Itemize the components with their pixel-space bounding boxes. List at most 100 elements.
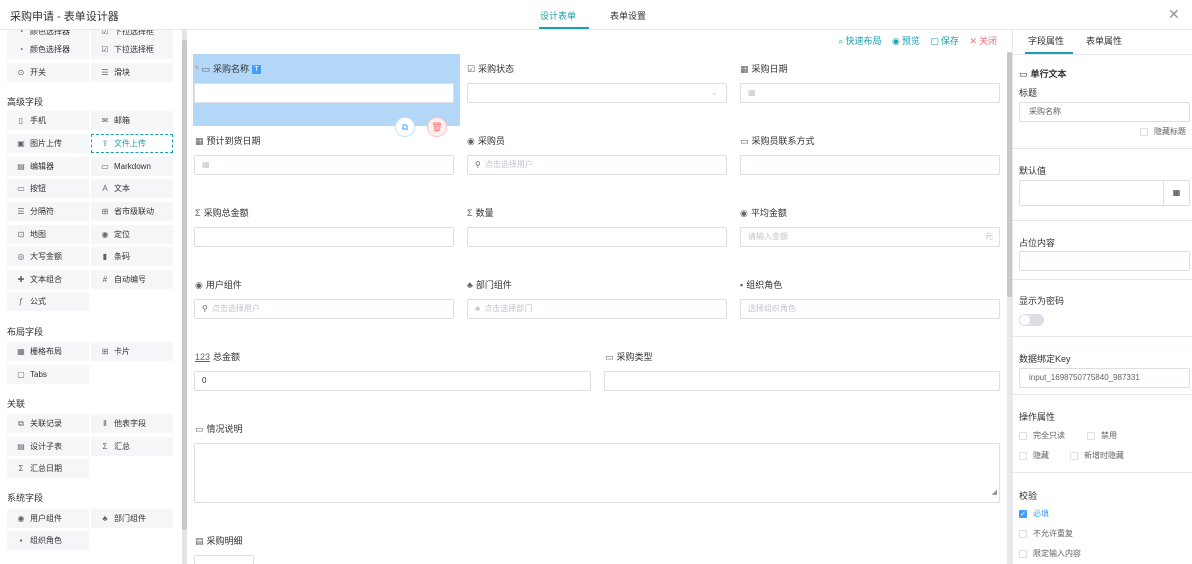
palette-item-image-upload[interactable]: ▣ 图片上传 bbox=[7, 134, 89, 153]
grid-icon[interactable]: ▦ bbox=[1163, 181, 1189, 205]
palette-item-tabs[interactable]: ▢ Tabs bbox=[7, 365, 89, 384]
color-icon: ◔ bbox=[18, 45, 24, 54]
copy-field-icon[interactable]: ⧉ bbox=[395, 117, 415, 137]
palette-item-cascade[interactable]: ⊞ 省市级联动 bbox=[91, 202, 173, 221]
editor-icon: ▤ bbox=[17, 162, 25, 171]
description-textarea[interactable]: ◢ bbox=[194, 443, 1000, 503]
delete-field-icon[interactable]: 🗑 bbox=[427, 117, 447, 137]
close-button[interactable]: ✕ 关闭 bbox=[969, 34, 997, 47]
placeholder-label: 占位内容 bbox=[1019, 238, 1056, 248]
save-icon: ▢ bbox=[930, 36, 939, 46]
table-icon: ▤ bbox=[17, 442, 25, 451]
palette-item-subtable[interactable]: ▤ 设计子表 bbox=[7, 437, 89, 456]
restrict-input-checkbox[interactable]: 限定输入内容 bbox=[1019, 548, 1081, 559]
palette-item-barcode[interactable]: ▮ 条码 bbox=[91, 247, 173, 266]
hide-on-create-checkbox[interactable]: 新增时隐藏 bbox=[1070, 450, 1124, 461]
check-icon[interactable]: ✓ bbox=[1019, 509, 1027, 518]
org-role-input[interactable]: 选择组织角色 bbox=[740, 299, 1000, 319]
palette-item-user[interactable]: ◉ 用户组件 bbox=[7, 509, 89, 528]
quick-layout-button[interactable]: ⌕ 快速布局 bbox=[838, 34, 881, 47]
disabled-checkbox[interactable]: 禁用 bbox=[1087, 430, 1117, 441]
required-mark: * bbox=[195, 64, 199, 74]
palette-item-color[interactable]: ◔ 颜色选择器 bbox=[7, 40, 89, 59]
average-amount-input[interactable]: 请输入金额元 bbox=[740, 227, 1000, 247]
expected-arrival-input[interactable]: ▦ bbox=[194, 155, 454, 175]
purchase-type-input[interactable] bbox=[604, 371, 1000, 391]
purchaser-input[interactable]: ⚲ 点击选择用户 bbox=[467, 155, 727, 175]
bind-key-input[interactable]: input_1698750775840_987331 bbox=[1019, 368, 1190, 388]
preview-button[interactable]: ◉ 预览 bbox=[892, 34, 920, 47]
palette-item-button[interactable]: ▭ 按钮 bbox=[7, 179, 89, 198]
field-label-user-component: ◉ 用户组件 bbox=[195, 280, 242, 290]
hidden-checkbox[interactable]: 隐藏 bbox=[1019, 450, 1049, 461]
save-button[interactable]: ▢ 保存 bbox=[930, 34, 959, 47]
palette-item-email[interactable]: ✉ 邮箱 bbox=[91, 111, 173, 130]
palette-item-select[interactable]: ☑ 下拉选择框 bbox=[91, 40, 173, 59]
palette-item-switch[interactable]: ⊙ 开关 bbox=[7, 63, 89, 82]
combo-icon: ✚ bbox=[17, 275, 25, 284]
palette-item-slider[interactable]: ☰ 滑块 bbox=[91, 63, 173, 82]
palette-item-text[interactable]: A 文本 bbox=[91, 179, 173, 198]
palette-item-map[interactable]: ⊡ 地图 bbox=[7, 225, 89, 244]
checkbox-box[interactable] bbox=[1070, 451, 1078, 460]
palette-item-department[interactable]: ♣ 部门组件 bbox=[91, 509, 173, 528]
palette-item-markdown[interactable]: ▭ Markdown bbox=[91, 157, 173, 176]
purchaser-contact-input[interactable] bbox=[740, 155, 1000, 175]
title-input[interactable]: 采购名称 bbox=[1019, 102, 1190, 122]
input-icon: ▭ bbox=[195, 424, 204, 434]
palette-item-org-role[interactable]: ▪ 组织角色 bbox=[7, 531, 89, 550]
tab-field-properties[interactable]: 字段属性 bbox=[1028, 34, 1064, 47]
checkbox-box[interactable] bbox=[1019, 529, 1027, 538]
tab-form-settings[interactable]: 表单设置 bbox=[610, 9, 646, 22]
palette-item-editor[interactable]: ▤ 编辑器 bbox=[7, 157, 89, 176]
palette-item-summary[interactable]: Σ 汇总 bbox=[91, 437, 173, 456]
checkbox-box[interactable] bbox=[1019, 549, 1027, 558]
user-component-input[interactable]: ⚲ 点击选择用户 bbox=[194, 299, 454, 319]
tab-form-properties[interactable]: 表单属性 bbox=[1086, 34, 1122, 47]
text-icon: A bbox=[102, 184, 108, 193]
palette-item-card[interactable]: ⊞ 卡片 bbox=[91, 342, 173, 361]
purchase-status-select[interactable]: ⌄ bbox=[467, 83, 727, 103]
field-label-purchase-status: ☑ 采购状态 bbox=[467, 64, 515, 74]
readonly-checkbox[interactable]: 完全只读 bbox=[1019, 430, 1065, 441]
hide-title-checkbox[interactable]: 隐藏标题 bbox=[1140, 126, 1186, 137]
total-amount-input[interactable]: 0 bbox=[194, 371, 591, 391]
resize-handle-icon[interactable]: ◢ bbox=[992, 484, 997, 502]
checkbox-box[interactable] bbox=[1140, 127, 1148, 136]
no-duplicate-checkbox[interactable]: 不允许重复 bbox=[1019, 528, 1073, 539]
placeholder-input[interactable] bbox=[1019, 251, 1190, 271]
text-type-badge: T bbox=[252, 65, 262, 75]
palette-item-divider[interactable]: ☰ 分隔符 bbox=[7, 202, 89, 221]
palette-item-other-table-field[interactable]: Ⅱ 他表字段 bbox=[91, 414, 173, 433]
formula-icon: ƒ bbox=[18, 297, 24, 306]
purchase-date-input[interactable]: ▦ bbox=[740, 83, 1000, 103]
purchase-detail-table[interactable] bbox=[194, 555, 254, 564]
person-icon: ⚲ bbox=[475, 160, 481, 169]
checkbox-box[interactable] bbox=[1019, 431, 1027, 440]
quantity-input[interactable] bbox=[467, 227, 727, 247]
input-icon: ▭ bbox=[740, 136, 749, 146]
palette-item-location[interactable]: ◉ 定位 bbox=[91, 225, 173, 244]
palette-item-phone[interactable]: ▯ 手机 bbox=[7, 111, 89, 130]
required-checkbox[interactable]: ✓ 必填 bbox=[1019, 508, 1049, 519]
purchase-name-input[interactable] bbox=[194, 83, 454, 103]
default-value-input[interactable]: ▦ bbox=[1019, 180, 1190, 206]
palette-item-auto-number[interactable]: # 自动编号 bbox=[91, 270, 173, 289]
department-component-input[interactable]: ♣ 点击选择部门 bbox=[467, 299, 727, 319]
palette-item-text-combo[interactable]: ✚ 文本组合 bbox=[7, 270, 89, 289]
password-toggle[interactable] bbox=[1019, 314, 1044, 326]
checkbox-box[interactable] bbox=[1087, 431, 1095, 440]
checkbox-box[interactable] bbox=[1019, 451, 1027, 460]
card-icon: ⊞ bbox=[101, 347, 109, 356]
palette-item-related-record[interactable]: ⧉ 关联记录 bbox=[7, 414, 89, 433]
title-label: 标题 bbox=[1019, 88, 1038, 98]
close-icon[interactable]: ✕ bbox=[1168, 6, 1180, 23]
palette-item-capital-amount[interactable]: ◎ 大写金额 bbox=[7, 247, 89, 266]
total-purchase-amount-input[interactable] bbox=[194, 227, 454, 247]
palette-item-grid[interactable]: ▦ 栅格布局 bbox=[7, 342, 89, 361]
palette-item-summary-date[interactable]: Σ 汇总日期 bbox=[7, 459, 89, 478]
tab-design-form[interactable]: 设计表单 bbox=[540, 9, 576, 22]
palette-item-file-upload[interactable]: ⇪ 文件上传 bbox=[91, 134, 173, 153]
markdown-icon: ▭ bbox=[101, 162, 109, 171]
palette-item-formula[interactable]: ƒ 公式 bbox=[7, 292, 89, 311]
